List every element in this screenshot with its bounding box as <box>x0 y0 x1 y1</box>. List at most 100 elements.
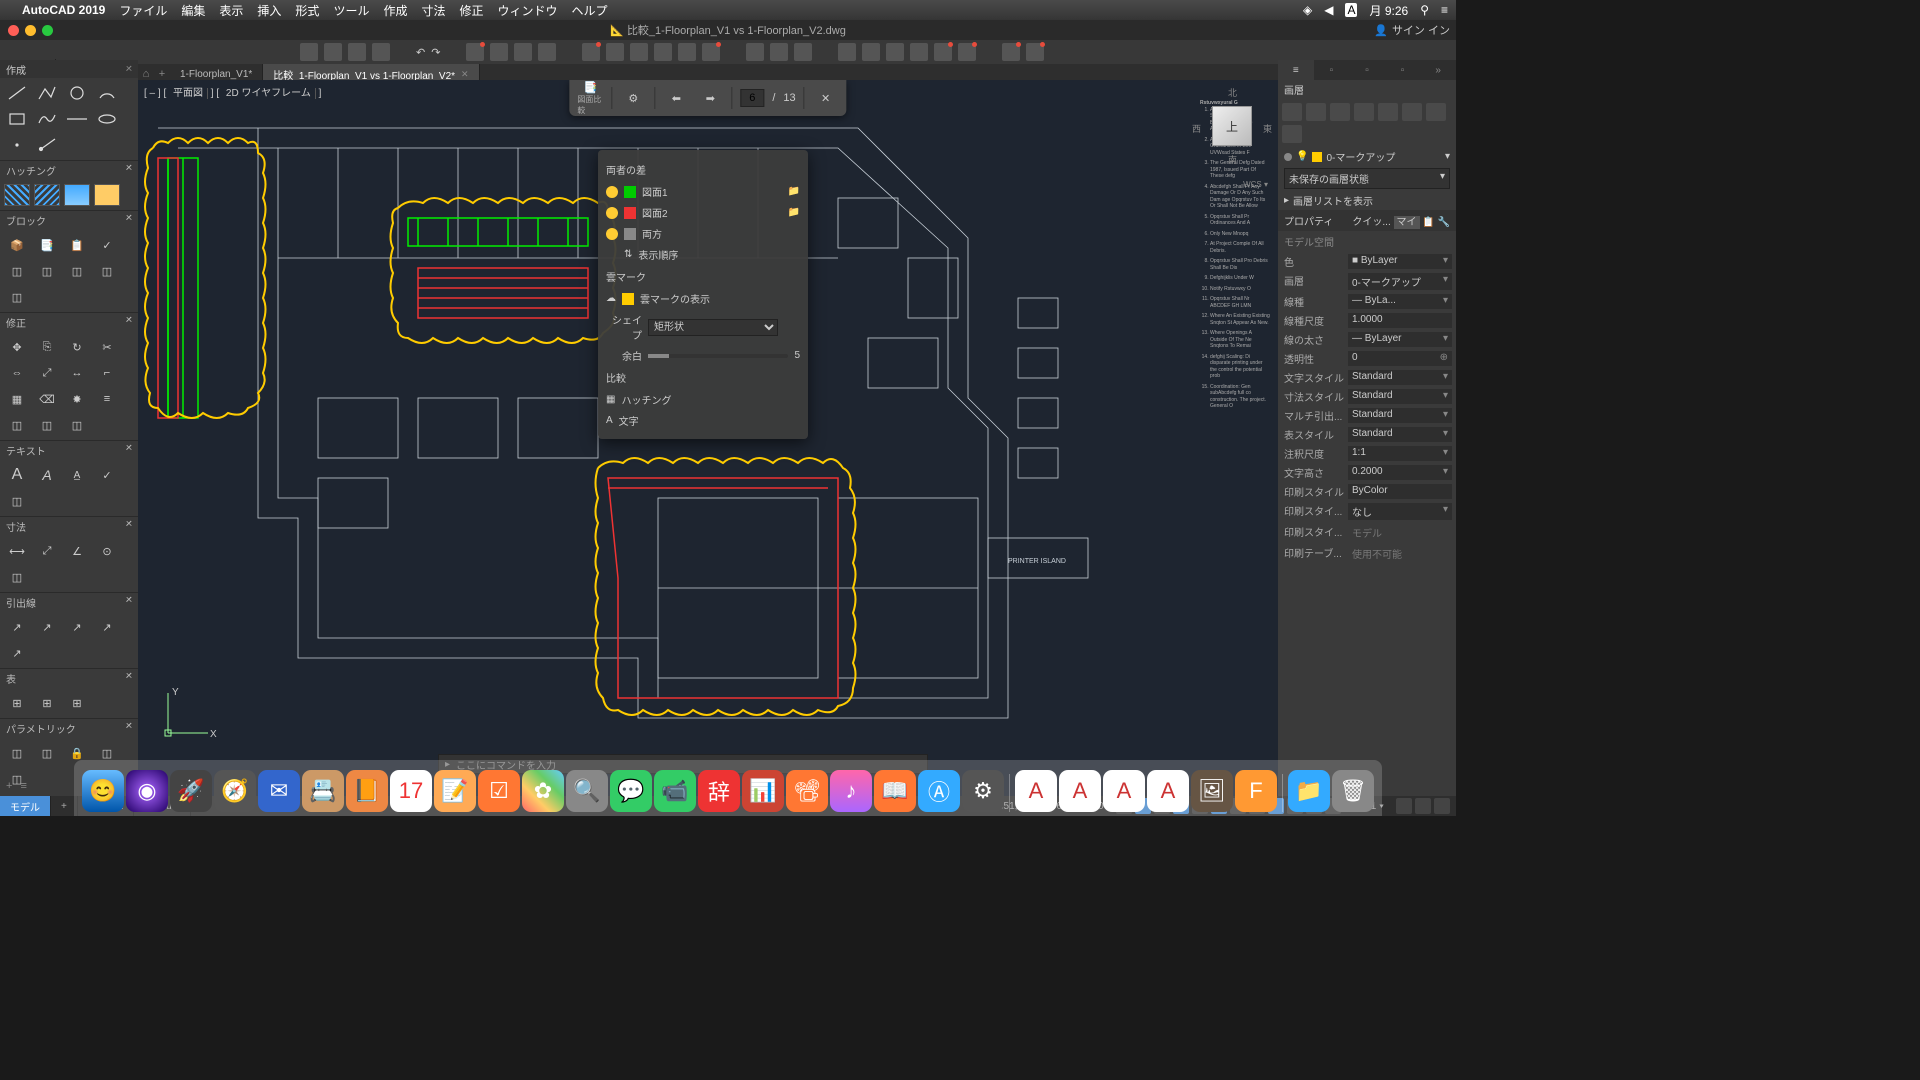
shape-select[interactable]: 矩形状 <box>648 319 778 336</box>
dock-siri[interactable]: ◉ <box>126 770 168 812</box>
color-swatch-gray[interactable] <box>624 228 636 240</box>
mod-14[interactable]: ◫ <box>34 414 60 436</box>
wifi-icon[interactable]: ◈ <box>1303 3 1312 17</box>
menu-view[interactable]: 表示 <box>219 2 243 19</box>
offset-tool[interactable]: ≡ <box>94 388 120 410</box>
clock[interactable]: 月 9:26 <box>1369 2 1408 19</box>
rotate-tool[interactable]: ↻ <box>64 336 90 358</box>
open-icon[interactable] <box>324 43 342 61</box>
xline-tool[interactable] <box>64 108 90 130</box>
tb-icon-14[interactable] <box>1026 43 1044 61</box>
dock-autocad-3[interactable]: A <box>1103 770 1145 812</box>
line-tool[interactable] <box>4 82 30 104</box>
move-tool[interactable]: ✥ <box>4 336 30 358</box>
prop-transparency[interactable]: 0⊕ <box>1348 351 1452 366</box>
sb-14[interactable] <box>1415 798 1431 814</box>
panel-tab-4[interactable]: ▫ <box>1385 60 1421 80</box>
trim-tool[interactable]: ✂ <box>94 336 120 358</box>
folder-icon[interactable]: 📁 <box>788 186 800 197</box>
dock-fusion[interactable]: F <box>1235 770 1277 812</box>
rect-tool[interactable] <box>4 108 30 130</box>
leader-5[interactable]: ↗ <box>4 642 30 664</box>
compare-close-icon[interactable]: ✕ <box>813 85 839 111</box>
dock-autocad-1[interactable]: A <box>1015 770 1057 812</box>
mod-13[interactable]: ◫ <box>4 414 30 436</box>
dock-app-5[interactable]: 🖼 <box>1191 770 1233 812</box>
block-9[interactable]: ◫ <box>4 286 30 308</box>
prev-icon[interactable]: ⬅ <box>663 85 689 111</box>
layer-ic-2[interactable] <box>1306 103 1326 121</box>
layer-ic-8[interactable] <box>1282 125 1302 143</box>
dock-appstore[interactable]: Ⓐ <box>918 770 960 812</box>
menu-tool[interactable]: ツール <box>333 2 369 19</box>
dock-contacts[interactable]: 📇 <box>302 770 344 812</box>
cloud-show-row[interactable]: ☁ 雲マークの表示 <box>606 288 800 309</box>
text-4[interactable]: ✓ <box>94 464 120 486</box>
prop-mleader[interactable]: Standard▾ <box>1348 408 1452 423</box>
plot-icon[interactable] <box>466 43 484 61</box>
quick-btn[interactable]: クイッ... <box>1352 217 1390 228</box>
search-icon[interactable]: ⚲ <box>1420 3 1429 17</box>
prop-textstyle[interactable]: Standard▾ <box>1348 370 1452 385</box>
app-name[interactable]: AutoCAD 2019 <box>22 3 105 17</box>
cloud-toggle-icon[interactable]: ☁ <box>606 293 616 304</box>
stretch-tool[interactable]: ↔ <box>64 362 90 384</box>
layer-list-toggle[interactable]: ▸画層リストを表示 <box>1278 191 1456 210</box>
erase-tool[interactable]: ⌫ <box>34 388 60 410</box>
copy-tool[interactable]: ⎘ <box>34 336 60 358</box>
fillet-tool[interactable]: ⌐ <box>94 362 120 384</box>
compare-icon[interactable]: 📑図面比較 <box>577 85 603 111</box>
ellipse-tool[interactable] <box>94 108 120 130</box>
color-swatch-green[interactable] <box>624 186 636 198</box>
table-2[interactable]: ⊞ <box>34 692 60 714</box>
panel-tab-2[interactable]: ▫ <box>1314 60 1350 80</box>
text-3[interactable]: A̲ <box>64 464 90 486</box>
tb-icon-1[interactable] <box>582 43 600 61</box>
dock-keynote[interactable]: 📽 <box>786 770 828 812</box>
compare-text-row[interactable]: A 文字 <box>606 410 800 431</box>
block-7[interactable]: ◫ <box>64 260 90 282</box>
my-btn[interactable]: マイ <box>1394 216 1420 229</box>
dock-dict[interactable]: 辞 <box>698 770 740 812</box>
edit-block[interactable]: 📋 <box>64 234 90 256</box>
viewcube-face[interactable]: 上 <box>1212 106 1252 146</box>
dock-finder[interactable]: 😊 <box>82 770 124 812</box>
tb-icon-7[interactable] <box>838 43 856 61</box>
table-1[interactable]: ⊞ <box>4 692 30 714</box>
viewcube[interactable]: 北 南 東 西 上 <box>1192 86 1272 166</box>
mtext-tool[interactable]: A <box>4 464 30 486</box>
block-6[interactable]: ◫ <box>34 260 60 282</box>
attr-block[interactable]: ✓ <box>94 234 120 256</box>
layer-ic-5[interactable] <box>1378 103 1398 121</box>
prop-plotstyle[interactable]: ByColor <box>1348 484 1452 499</box>
close-window[interactable] <box>8 25 19 36</box>
prop-layer[interactable]: 0-マークアップ▾ <box>1348 273 1452 290</box>
menu-edit[interactable]: 編集 <box>181 2 205 19</box>
dock-reminders[interactable]: ☑ <box>478 770 520 812</box>
layer-state-dropdown[interactable]: 未保存の画層状態▾ <box>1284 168 1450 189</box>
tb-icon-2[interactable] <box>606 43 624 61</box>
bulb-icon[interactable] <box>606 207 618 219</box>
create-block[interactable]: 📑 <box>34 234 60 256</box>
signin-button[interactable]: 👤 サイン イン <box>1374 22 1450 38</box>
dim-radius[interactable]: ⊙ <box>94 540 120 562</box>
circle-tool[interactable] <box>64 82 90 104</box>
tb-icon-8[interactable] <box>862 43 880 61</box>
ray-tool[interactable] <box>34 134 60 156</box>
undo-icon[interactable]: ↶ <box>416 46 425 59</box>
color-swatch-yellow[interactable] <box>622 293 634 305</box>
viewport-label[interactable]: [ – ] [ 平面図 ] [ 2D ワイヤフレーム ] <box>144 84 321 99</box>
tb-icon-10[interactable] <box>910 43 928 61</box>
saveas-icon[interactable] <box>372 43 390 61</box>
param-2[interactable]: ◫ <box>34 742 60 764</box>
dock-autocad-4[interactable]: A <box>1147 770 1189 812</box>
hatch-1[interactable] <box>4 184 30 206</box>
folder-icon[interactable]: 📁 <box>788 207 800 218</box>
new-icon[interactable] <box>300 43 318 61</box>
mirror-tool[interactable]: ⇔ <box>4 362 30 384</box>
zoom-window[interactable] <box>42 25 53 36</box>
param-1[interactable]: ◫ <box>4 742 30 764</box>
close-tab-icon[interactable]: ✕ <box>461 69 469 80</box>
print-icon[interactable] <box>490 43 508 61</box>
menu-insert[interactable]: 挿入 <box>257 2 281 19</box>
